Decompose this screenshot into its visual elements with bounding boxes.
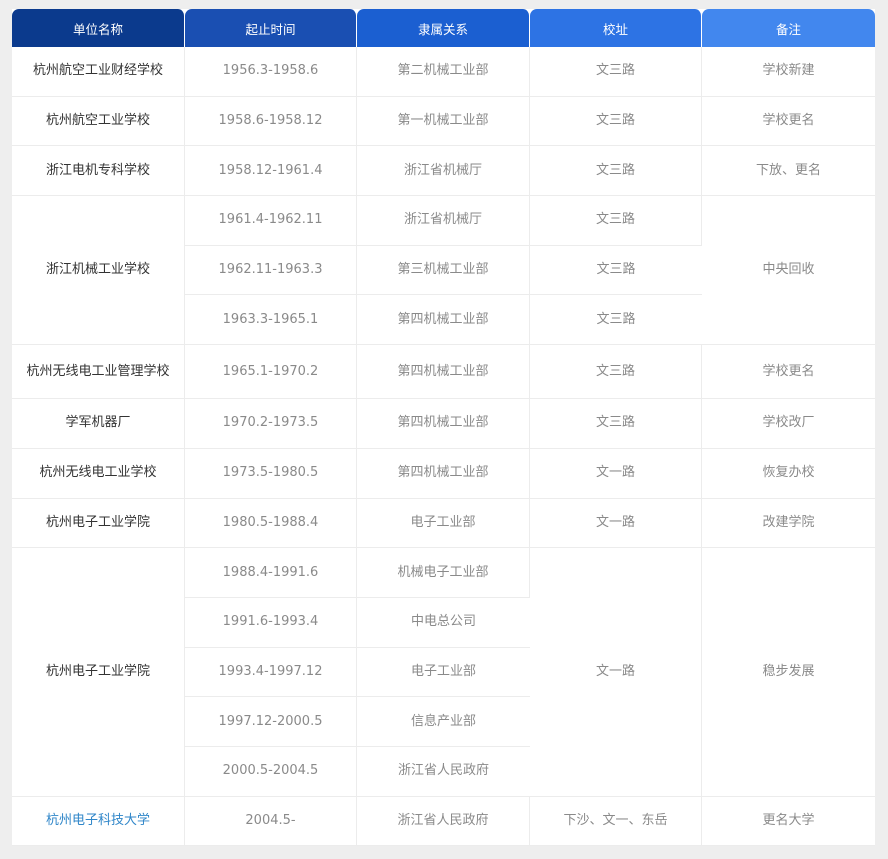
table-row: 杭州电子工业学院 1980.5-1988.4 电子工业部 文一路 改建学院: [12, 498, 875, 549]
cell-address: 文一路: [530, 548, 702, 797]
cell-unit-name: 杭州电子工业学院: [12, 548, 185, 797]
table-row: 杭州无线电工业学校 1973.5-1980.5 第四机械工业部 文一路 恢复办校: [12, 448, 875, 499]
cell-note: 学校更名: [702, 345, 875, 400]
cell-address: 文三路: [530, 47, 702, 97]
cell-address: 文一路: [530, 448, 702, 499]
header-address: 校址: [530, 9, 702, 47]
table-row: 杭州航空工业学校 1958.6-1958.12 第一机械工业部 文三路 学校更名: [12, 96, 875, 147]
cell-unit-name: 杭州航空工业财经学校: [12, 47, 185, 97]
cell-unit-name: 杭州无线电工业管理学校: [12, 345, 185, 400]
cell-note: 下放、更名: [702, 146, 875, 197]
cell-unit-name: 浙江机械工业学校: [12, 196, 185, 346]
table-row: 杭州电子工业学院 1988.4-1991.6 机械电子工业部 文一路 稳步发展: [12, 548, 875, 797]
cell-affiliation: 机械电子工业部: [357, 548, 530, 598]
cell-address: 文三路: [530, 196, 702, 246]
cell-unit-name: 杭州电子工业学院: [12, 498, 185, 549]
cell-address: 文三路: [530, 345, 702, 400]
table-header: 单位名称 起止时间 隶属关系 校址 备注: [12, 9, 875, 47]
cell-period: 1958.6-1958.12: [185, 96, 357, 147]
cell-period: 1956.3-1958.6: [185, 47, 357, 97]
cell-period: 2004.5-: [185, 796, 357, 847]
university-link[interactable]: 杭州电子科技大学: [12, 796, 185, 847]
cell-period: 1970.2-1973.5: [185, 399, 357, 449]
cell-note: 学校新建: [702, 47, 875, 97]
cell-note: 学校改厂: [702, 399, 875, 449]
cell-affiliation: 第四机械工业部: [357, 295, 530, 346]
cell-affiliation: 浙江省人民政府: [357, 747, 530, 797]
cell-affiliation: 信息产业部: [357, 697, 530, 747]
history-table: 单位名称 起止时间 隶属关系 校址 备注 杭州航空工业财经学校 1956.3-1…: [12, 9, 875, 847]
cell-affiliation: 电子工业部: [357, 648, 530, 698]
table-row: 杭州无线电工业管理学校 1965.1-1970.2 第四机械工业部 文三路 学校…: [12, 345, 875, 400]
cell-note: 学校更名: [702, 97, 875, 147]
header-affiliation: 隶属关系: [357, 9, 530, 47]
cell-period: 1993.4-1997.12: [185, 647, 357, 698]
cell-affiliation: 第四机械工业部: [357, 345, 530, 400]
cell-period: 1958.12-1961.4: [185, 146, 357, 197]
cell-address: 下沙、文一、东岳: [530, 796, 702, 847]
cell-period: 1961.4-1962.11: [185, 196, 357, 246]
cell-period: 1973.5-1980.5: [185, 448, 357, 499]
cell-address: 文一路: [530, 498, 702, 549]
cell-period: 1965.1-1970.2: [185, 345, 357, 400]
cell-address: 文三路: [530, 146, 702, 197]
cell-period: 1962.11-1963.3: [185, 245, 357, 296]
cell-period: 1997.12-2000.5: [185, 697, 357, 747]
cell-note: 恢复办校: [702, 449, 875, 499]
cell-note: 稳步发展: [702, 548, 875, 797]
cell-note: 更名大学: [702, 797, 875, 847]
cell-period: 1988.4-1991.6: [185, 548, 357, 598]
cell-affiliation: 中电总公司: [357, 598, 530, 648]
table-body: 杭州航空工业财经学校 1956.3-1958.6 第二机械工业部 文三路 学校新…: [12, 47, 875, 847]
cell-affiliation: 浙江省人民政府: [357, 796, 530, 847]
cell-period: 1991.6-1993.4: [185, 597, 357, 648]
cell-period: 1980.5-1988.4: [185, 498, 357, 549]
cell-note: 改建学院: [702, 499, 875, 549]
cell-address: 文三路: [530, 399, 702, 449]
cell-address: 文三路: [530, 96, 702, 147]
cell-affiliation: 浙江省机械厅: [357, 196, 530, 246]
table-row: 浙江电机专科学校 1958.12-1961.4 浙江省机械厅 文三路 下放、更名: [12, 146, 875, 197]
table-row: 学军机器厂 1970.2-1973.5 第四机械工业部 文三路 学校改厂: [12, 399, 875, 449]
cell-affiliation: 第四机械工业部: [357, 448, 530, 499]
cell-note: 中央回收: [702, 196, 875, 346]
cell-unit-name: 浙江电机专科学校: [12, 146, 185, 197]
cell-affiliation: 电子工业部: [357, 498, 530, 549]
table-row: 浙江机械工业学校 1961.4-1962.11 浙江省机械厅 文三路 中央回收: [12, 196, 875, 346]
header-note: 备注: [702, 9, 875, 47]
cell-affiliation: 第二机械工业部: [357, 47, 530, 97]
header-period: 起止时间: [185, 9, 357, 47]
table-row: 杭州航空工业财经学校 1956.3-1958.6 第二机械工业部 文三路 学校新…: [12, 47, 875, 97]
cell-affiliation: 第一机械工业部: [357, 96, 530, 147]
cell-address: 文三路: [530, 246, 702, 296]
cell-unit-name: 杭州无线电工业学校: [12, 448, 185, 499]
header-unit-name: 单位名称: [12, 9, 185, 47]
cell-period: 2000.5-2004.5: [185, 746, 357, 797]
cell-affiliation: 第四机械工业部: [357, 399, 530, 449]
cell-address: 文三路: [530, 295, 702, 346]
cell-affiliation: 第三机械工业部: [357, 245, 530, 296]
cell-unit-name: 学军机器厂: [12, 399, 185, 449]
cell-affiliation: 浙江省机械厅: [357, 146, 530, 197]
table-row: 杭州电子科技大学 2004.5- 浙江省人民政府 下沙、文一、东岳 更名大学: [12, 796, 875, 847]
history-table-container: 单位名称 起止时间 隶属关系 校址 备注 杭州航空工业财经学校 1956.3-1…: [12, 9, 875, 847]
cell-unit-name: 杭州航空工业学校: [12, 96, 185, 147]
cell-period: 1963.3-1965.1: [185, 295, 357, 346]
